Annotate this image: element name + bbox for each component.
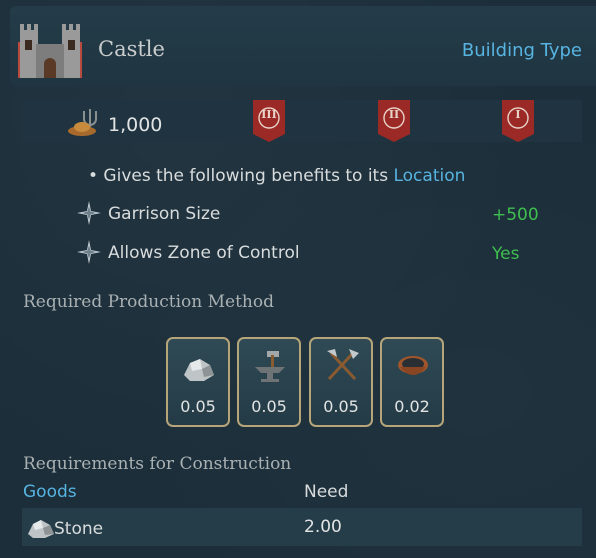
requirement-need-value: 2.00: [304, 517, 342, 537]
goods-value: 0.05: [180, 397, 216, 416]
goods-value: 0.05: [251, 397, 287, 416]
tier-label: III: [261, 108, 277, 121]
section-title-requirements: Requirements for Construction: [23, 454, 292, 474]
banner-icon: [253, 100, 285, 142]
bowl-icon: [398, 356, 428, 375]
modifier-value: Yes: [492, 244, 520, 264]
page-title: Castle: [98, 37, 165, 61]
modifier-value: +500: [492, 205, 539, 225]
stone-icon: [28, 520, 54, 538]
pitchfork-hat-icon: [68, 109, 97, 136]
star-icon: [77, 240, 101, 264]
anvil-hammer-icon: [255, 351, 285, 382]
stone-icon: [184, 359, 214, 381]
tier-label: II: [388, 108, 400, 121]
castle-icon: [18, 24, 82, 78]
requirement-good-label[interactable]: Stone: [54, 519, 103, 539]
cost-row: [22, 100, 582, 142]
tier-banner-1[interactable]: I: [502, 100, 534, 142]
benefit-intro-text: • Gives the following benefits to its: [88, 166, 394, 186]
modifier-label: Allows Zone of Control: [108, 243, 300, 263]
goods-value: 0.05: [323, 397, 359, 416]
section-title-production: Required Production Method: [23, 292, 274, 312]
cost-value: 1,000: [108, 114, 163, 136]
goods-item-tools[interactable]: 0.05: [237, 337, 301, 427]
tier-banner-3[interactable]: III: [253, 100, 285, 142]
benefit-intro: • Gives the following benefits to its Lo…: [88, 166, 465, 186]
goods-item-bowl[interactable]: 0.02: [380, 337, 444, 427]
banner-icon: [502, 100, 534, 142]
column-header-goods: Goods: [23, 482, 77, 502]
crossed-tools-icon: [327, 349, 359, 381]
goods-item-weaponry[interactable]: 0.05: [309, 337, 373, 427]
location-link[interactable]: Location: [393, 166, 465, 186]
goods-item-stone[interactable]: 0.05: [166, 337, 230, 427]
tier-label: I: [515, 108, 521, 121]
star-icon: [77, 201, 101, 225]
building-type-link[interactable]: Building Type: [462, 40, 582, 61]
table-row: [22, 508, 582, 546]
goods-value: 0.02: [394, 397, 430, 416]
modifier-label: Garrison Size: [108, 204, 221, 224]
banner-icon: [378, 100, 410, 142]
tier-banner-2[interactable]: II: [378, 100, 410, 142]
column-header-need: Need: [304, 482, 349, 502]
